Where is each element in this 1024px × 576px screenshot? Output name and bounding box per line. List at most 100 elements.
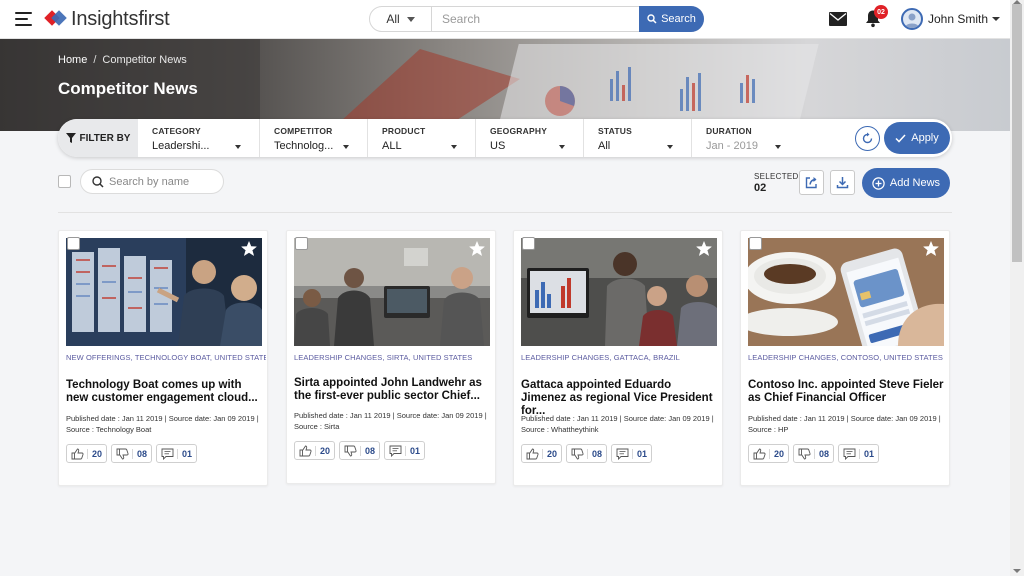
filter-duration-value: Jan - 2019	[706, 140, 758, 152]
search-by-name-input[interactable]	[109, 170, 219, 193]
filter-by-text: FILTER BY	[79, 132, 131, 144]
select-all-checkbox[interactable]	[58, 175, 71, 188]
news-card-source: Source : Whattheythink	[521, 425, 599, 434]
comment-count: 01	[177, 448, 192, 459]
comment-button[interactable]: 01	[156, 444, 198, 463]
selected-count: SELECTED 02	[754, 172, 799, 194]
logo-diamond-icon	[44, 8, 68, 30]
dislike-button[interactable]: 08	[793, 444, 835, 463]
news-card-source: Source : Technology Boat	[66, 425, 152, 434]
star-icon[interactable]	[469, 241, 485, 256]
scroll-down-arrow-icon[interactable]	[1013, 569, 1021, 573]
top-navigation-bar: Insightsfirst All Search 02	[0, 0, 1024, 39]
news-card-checkbox[interactable]	[749, 237, 762, 250]
mail-icon[interactable]	[829, 12, 847, 29]
news-card[interactable]: NEW OFFERINGS, TECHNOLOGY BOAT, UNITED S…	[58, 230, 268, 486]
news-card[interactable]: LEADERSHIP CHANGES, GATTACA, BRAZIL Gatt…	[513, 230, 723, 486]
comment-button[interactable]: 01	[384, 441, 426, 460]
share-button[interactable]	[799, 170, 824, 195]
news-card-checkbox[interactable]	[67, 237, 80, 250]
add-news-button[interactable]: Add News	[862, 168, 950, 198]
thumbs-up-icon	[71, 448, 84, 459]
filter-competitor[interactable]: COMPETITOR Technolog...	[260, 119, 368, 157]
filter-duration-label: DURATION	[706, 126, 752, 136]
dislike-button[interactable]: 08	[339, 441, 381, 460]
download-button[interactable]	[830, 170, 855, 195]
thumbs-down-icon	[798, 448, 811, 459]
news-card-checkbox[interactable]	[522, 237, 535, 250]
news-card-image	[748, 238, 944, 346]
search-button[interactable]: Search	[639, 6, 704, 32]
apply-filters-button[interactable]: Apply	[884, 122, 950, 154]
filter-category-value: Leadershi...	[152, 140, 210, 152]
global-search: All Search	[369, 6, 704, 32]
news-card-title[interactable]: Contoso Inc. appointed Steve Fieler as C…	[748, 379, 946, 405]
star-icon[interactable]	[923, 241, 939, 256]
notification-count-badge: 02	[874, 5, 888, 19]
filter-product-label: PRODUCT	[382, 126, 426, 136]
dislike-count: 08	[132, 448, 147, 459]
news-card[interactable]: LEADERSHIP CHANGES, SIRTA, UNITED STATES…	[286, 230, 496, 484]
news-card-dates: Published date : Jan 11 2019 | Source da…	[521, 414, 714, 423]
star-icon[interactable]	[241, 241, 257, 256]
news-card-image	[66, 238, 262, 346]
scrollbar-thumb[interactable]	[1012, 4, 1022, 262]
avatar	[901, 8, 923, 30]
search-icon	[647, 14, 657, 24]
apply-label: Apply	[911, 132, 939, 144]
logo-text: Insightsfirst	[71, 7, 170, 30]
dislike-button[interactable]: 08	[566, 444, 608, 463]
filter-category[interactable]: CATEGORY Leadershi...	[138, 119, 260, 157]
filter-geography[interactable]: GEOGRAPHY US	[476, 119, 584, 157]
news-card-dates: Published date : Jan 11 2019 | Source da…	[294, 411, 487, 420]
chevron-down-icon	[235, 145, 241, 149]
reset-filters-button[interactable]	[855, 126, 880, 151]
filter-duration[interactable]: DURATION Jan - 2019	[692, 119, 842, 157]
like-button[interactable]: 20	[748, 444, 790, 463]
comment-button[interactable]: 01	[611, 444, 653, 463]
filter-product-value: ALL	[382, 140, 402, 152]
comment-icon	[389, 445, 402, 457]
search-category-dropdown[interactable]: All	[370, 7, 432, 31]
search-icon	[92, 176, 104, 188]
star-icon[interactable]	[696, 241, 712, 256]
news-card-tags: LEADERSHIP CHANGES, CONTOSO, UNITED STAT…	[748, 353, 943, 362]
dislike-button[interactable]: 08	[111, 444, 153, 463]
news-card-title[interactable]: Technology Boat comes up with new custom…	[66, 379, 264, 405]
news-card[interactable]: LEADERSHIP CHANGES, CONTOSO, UNITED STAT…	[740, 230, 950, 486]
selected-label: SELECTED	[754, 172, 799, 181]
chevron-down-icon	[406, 16, 415, 22]
filter-category-label: CATEGORY	[152, 126, 201, 136]
search-category-value: All	[386, 12, 400, 26]
news-card-meta: Published date : Jan 11 2019 | Source da…	[294, 410, 490, 432]
filter-product[interactable]: PRODUCT ALL	[368, 119, 476, 157]
like-button[interactable]: 20	[521, 444, 563, 463]
filter-bar: FILTER BY CATEGORY Leadershi... COMPETIT…	[58, 119, 952, 157]
hamburger-menu-icon[interactable]	[15, 12, 32, 26]
filter-geography-label: GEOGRAPHY	[490, 126, 548, 136]
filter-status[interactable]: STATUS All	[584, 119, 692, 157]
user-menu[interactable]: John Smith	[901, 8, 1001, 30]
filter-competitor-value: Technolog...	[274, 140, 334, 152]
like-button[interactable]: 20	[294, 441, 336, 460]
download-icon	[836, 177, 849, 189]
divider	[58, 212, 952, 213]
breadcrumb-home-link[interactable]: Home	[58, 54, 87, 66]
search-input[interactable]	[432, 7, 640, 31]
thumbs-down-icon	[344, 445, 357, 456]
refresh-icon	[862, 132, 873, 144]
like-button[interactable]: 20	[66, 444, 108, 463]
search-by-name	[80, 169, 224, 194]
export-share-icon	[805, 177, 817, 189]
news-card-title[interactable]: Sirta appointed John Landwehr as the fir…	[294, 377, 492, 403]
news-card-tags: LEADERSHIP CHANGES, GATTACA, BRAZIL	[521, 353, 680, 362]
filter-status-value: All	[598, 140, 611, 152]
user-name: John Smith	[928, 12, 989, 26]
breadcrumb: Home / Competitor News	[58, 54, 187, 66]
news-card-actions: 20 08 01	[294, 441, 426, 460]
comment-count: 01	[632, 448, 647, 459]
comment-button[interactable]: 01	[838, 444, 880, 463]
news-card-checkbox[interactable]	[295, 237, 308, 250]
news-card-dates: Published date : Jan 11 2019 | Source da…	[748, 414, 941, 423]
app-logo[interactable]: Insightsfirst	[44, 8, 170, 30]
